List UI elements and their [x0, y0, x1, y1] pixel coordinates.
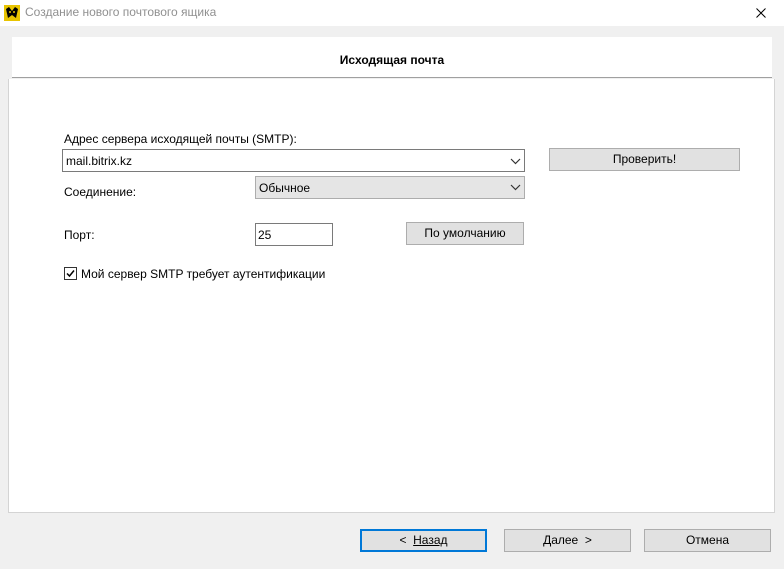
- connection-value: Обычное: [259, 181, 311, 195]
- chevron-down-icon: [510, 184, 521, 191]
- connection-label: Соединение:: [64, 185, 137, 199]
- back-label: Назад: [413, 533, 448, 547]
- auth-checkbox[interactable]: [64, 267, 77, 280]
- smtp-server-combo[interactable]: mail.bitrix.kz: [62, 149, 525, 172]
- back-button[interactable]: < Назад: [360, 529, 487, 552]
- port-label: Порт:: [64, 228, 95, 242]
- page-title: Исходящая почта: [339, 53, 445, 67]
- chevron-down-icon: [510, 158, 521, 165]
- connection-select[interactable]: Обычное: [255, 176, 525, 199]
- smtp-server-value: mail.bitrix.kz: [66, 154, 133, 168]
- back-arrow: <: [399, 533, 407, 547]
- next-label: Далее: [543, 533, 579, 547]
- close-icon: [756, 8, 766, 18]
- next-button[interactable]: Далее >: [504, 529, 631, 552]
- smtp-server-label: Адрес сервера исходящей почты (SMTP):: [64, 132, 297, 146]
- port-input-wrap: [255, 223, 333, 246]
- default-port-button[interactable]: По умолчанию: [406, 222, 524, 245]
- close-button[interactable]: [738, 0, 784, 26]
- auth-label[interactable]: Мой сервер SMTP требует аутентификации: [81, 267, 325, 281]
- title-bar: Создание нового почтового ящика: [0, 0, 784, 26]
- check-button[interactable]: Проверить!: [549, 148, 740, 171]
- cancel-button[interactable]: Отмена: [644, 529, 771, 552]
- window-title: Создание нового почтового ящика: [25, 5, 217, 19]
- port-input[interactable]: [256, 224, 332, 245]
- wizard-header: Исходящая почта: [12, 37, 772, 78]
- checkmark-icon: [66, 270, 75, 278]
- app-icon: [4, 5, 20, 21]
- next-arrow: >: [584, 533, 592, 547]
